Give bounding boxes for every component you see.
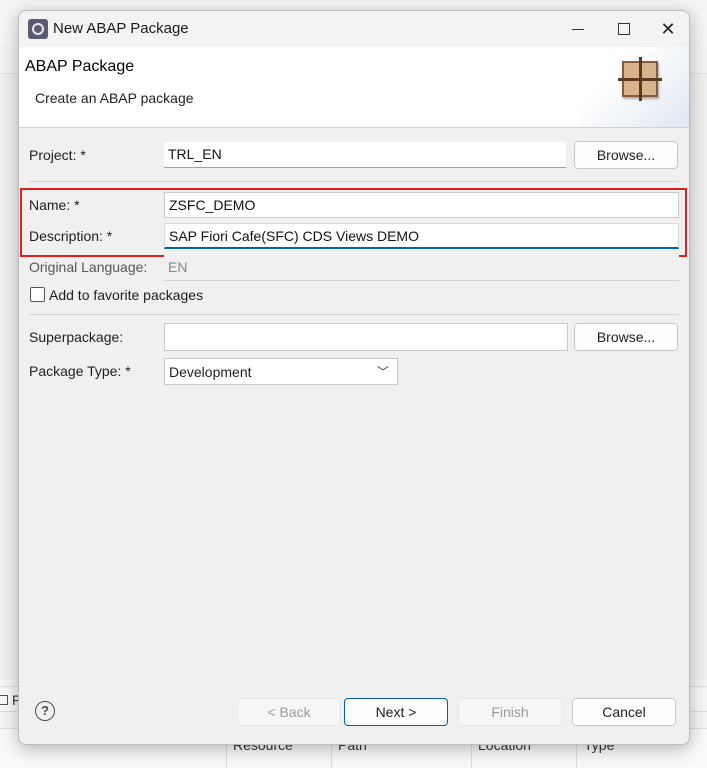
abap-package-icon <box>618 57 662 101</box>
new-abap-package-dialog: New ABAP Package ✕ ABAP Package Create a… <box>18 10 690 745</box>
project-label: Project: * <box>29 147 86 163</box>
minimize-button[interactable] <box>555 11 601 47</box>
maximize-button[interactable] <box>601 11 647 47</box>
package-type-select[interactable]: Development ﹀ <box>164 358 398 385</box>
project-field[interactable]: TRL_EN <box>164 142 566 168</box>
maximize-icon <box>618 23 630 35</box>
separator <box>29 181 679 182</box>
description-field[interactable]: SAP Fiori Cafe(SFC) CDS Views DEMO <box>164 223 679 249</box>
eclipse-app-icon <box>28 19 48 39</box>
dialog-title: New ABAP Package <box>53 20 189 37</box>
project-browse-button[interactable]: Browse... <box>574 141 678 169</box>
favorite-label[interactable]: Add to favorite packages <box>49 287 203 303</box>
back-button[interactable]: < Back <box>237 698 341 726</box>
superpackage-browse-button[interactable]: Browse... <box>574 323 678 351</box>
wizard-header: ABAP Package Create an ABAP package <box>19 47 689 128</box>
separator <box>29 314 679 315</box>
description-label: Description: * <box>29 228 113 244</box>
favorite-checkbox[interactable] <box>30 287 45 302</box>
cancel-button[interactable]: Cancel <box>572 698 676 726</box>
original-language-field: EN <box>164 255 679 281</box>
background-tab-icon <box>0 695 8 705</box>
original-language-label: Original Language: <box>29 259 148 275</box>
wizard-page-title: ABAP Package <box>25 58 135 75</box>
package-type-label: Package Type: * <box>29 363 131 379</box>
dialog-titlebar: New ABAP Package ✕ <box>19 11 689 47</box>
name-field[interactable]: ZSFC_DEMO <box>164 192 679 218</box>
finish-button[interactable]: Finish <box>458 698 562 726</box>
close-icon: ✕ <box>660 18 676 39</box>
superpackage-field[interactable] <box>164 323 568 351</box>
close-button[interactable]: ✕ <box>645 11 689 47</box>
chevron-down-icon: ﹀ <box>376 365 389 379</box>
next-button[interactable]: Next > <box>344 698 448 726</box>
name-label: Name: * <box>29 197 80 213</box>
help-icon[interactable]: ? <box>35 701 55 721</box>
wizard-page-description: Create an ABAP package <box>35 90 194 106</box>
superpackage-label: Superpackage: <box>29 329 124 345</box>
minimize-icon <box>572 28 584 30</box>
package-type-value: Development <box>169 364 252 380</box>
